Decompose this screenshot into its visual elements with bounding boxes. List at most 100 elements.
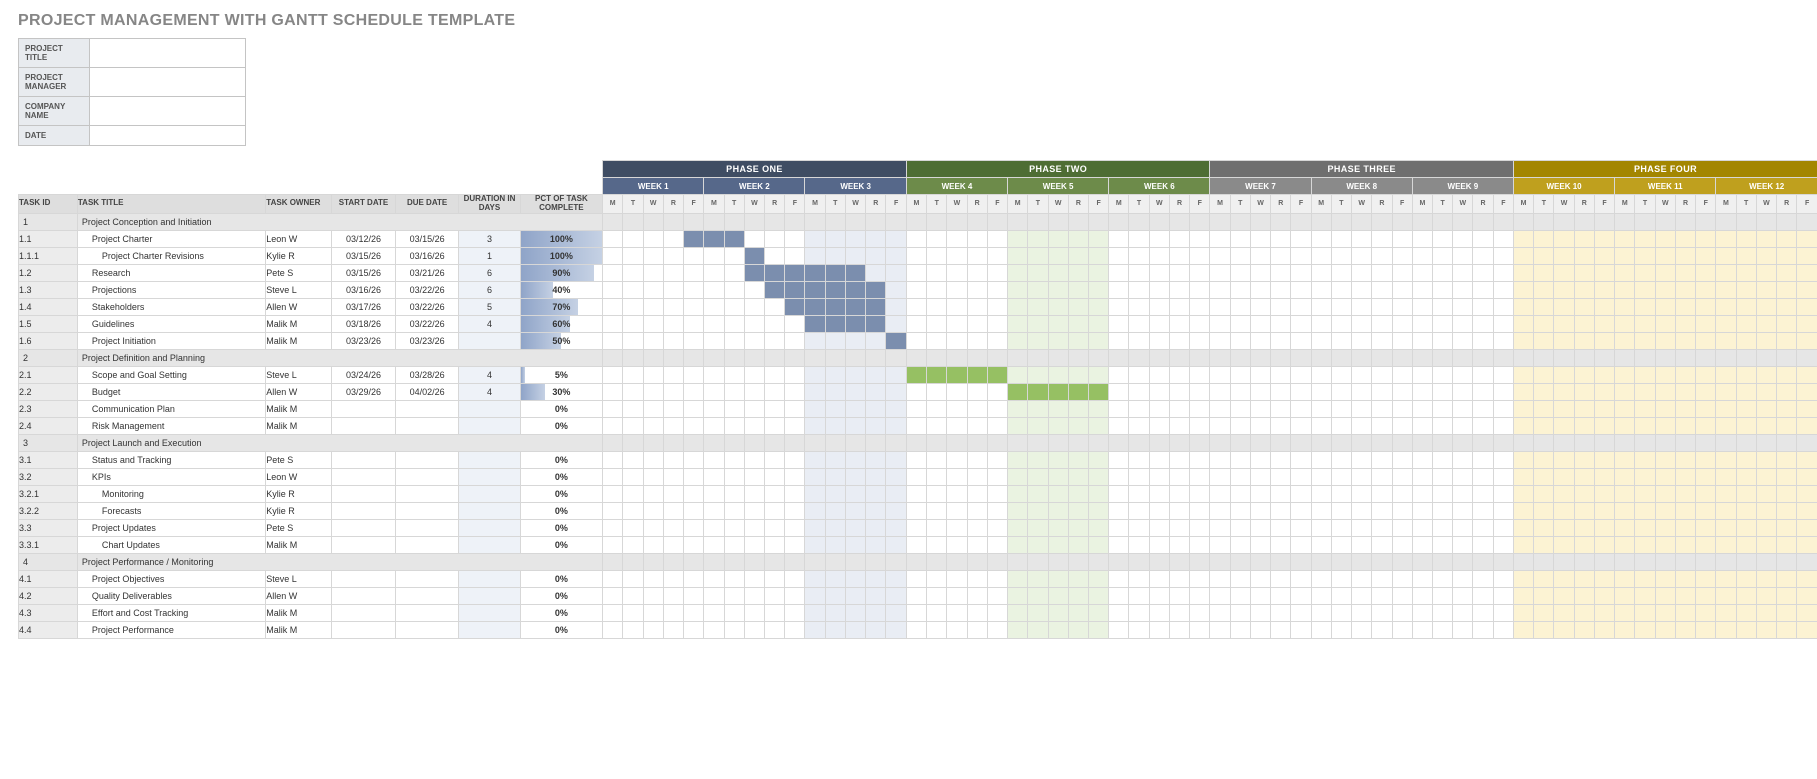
gantt-cell[interactable] xyxy=(1594,264,1614,281)
gantt-cell[interactable] xyxy=(1230,536,1250,553)
gantt-cell[interactable] xyxy=(805,485,825,502)
gantt-cell[interactable] xyxy=(1756,230,1776,247)
gantt-cell[interactable] xyxy=(1615,332,1635,349)
gantt-cell[interactable] xyxy=(1412,519,1432,536)
gantt-cell[interactable] xyxy=(1493,315,1513,332)
gantt-cell[interactable] xyxy=(623,570,643,587)
task-title[interactable]: Guidelines xyxy=(77,315,265,332)
gantt-cell[interactable] xyxy=(1271,519,1291,536)
gantt-cell[interactable] xyxy=(1271,587,1291,604)
gantt-cell[interactable] xyxy=(1675,519,1695,536)
task-dur[interactable]: 6 xyxy=(459,264,520,281)
gantt-cell[interactable] xyxy=(1129,502,1149,519)
gantt-cell[interactable] xyxy=(1250,230,1270,247)
gantt-cell[interactable] xyxy=(1210,315,1230,332)
gantt-cell[interactable] xyxy=(623,315,643,332)
gantt-cell[interactable] xyxy=(1271,400,1291,417)
gantt-cell[interactable] xyxy=(1088,485,1108,502)
gantt-cell[interactable] xyxy=(1594,400,1614,417)
gantt-cell[interactable] xyxy=(785,485,805,502)
gantt-cell[interactable] xyxy=(663,621,683,638)
gantt-cell[interactable] xyxy=(1554,502,1574,519)
gantt-cell[interactable] xyxy=(1534,604,1554,621)
gantt-cell[interactable] xyxy=(947,400,967,417)
gantt-cell[interactable] xyxy=(1675,230,1695,247)
gantt-cell[interactable] xyxy=(967,570,987,587)
gantt-cell[interactable] xyxy=(1230,587,1250,604)
task-start[interactable]: 03/15/26 xyxy=(332,264,396,281)
gantt-cell[interactable] xyxy=(1554,383,1574,400)
gantt-cell[interactable] xyxy=(1554,230,1574,247)
gantt-cell[interactable] xyxy=(1392,230,1412,247)
gantt-cell[interactable] xyxy=(1433,417,1453,434)
gantt-cell[interactable] xyxy=(1088,536,1108,553)
gantt-cell[interactable] xyxy=(1453,570,1473,587)
gantt-cell[interactable] xyxy=(785,315,805,332)
gantt-cell[interactable] xyxy=(1493,621,1513,638)
task-pct[interactable]: 100% xyxy=(520,247,603,264)
gantt-cell[interactable] xyxy=(623,621,643,638)
gantt-cell[interactable] xyxy=(1473,247,1493,264)
gantt-cell[interactable] xyxy=(1777,570,1797,587)
gantt-cell[interactable] xyxy=(1655,519,1675,536)
gantt-cell[interactable] xyxy=(1291,315,1311,332)
gantt-cell[interactable] xyxy=(1068,383,1088,400)
gantt-cell[interactable] xyxy=(1210,230,1230,247)
gantt-cell[interactable] xyxy=(1635,281,1655,298)
gantt-cell[interactable] xyxy=(1433,366,1453,383)
gantt-cell[interactable] xyxy=(1048,485,1068,502)
gantt-cell[interactable] xyxy=(987,587,1007,604)
gantt-cell[interactable] xyxy=(724,264,744,281)
gantt-cell[interactable] xyxy=(1008,264,1028,281)
gantt-cell[interactable] xyxy=(724,281,744,298)
gantt-cell[interactable] xyxy=(744,451,764,468)
gantt-cell[interactable] xyxy=(764,400,784,417)
gantt-cell[interactable] xyxy=(845,247,865,264)
gantt-cell[interactable] xyxy=(1493,298,1513,315)
gantt-cell[interactable] xyxy=(1473,315,1493,332)
gantt-cell[interactable] xyxy=(623,400,643,417)
gantt-cell[interactable] xyxy=(845,400,865,417)
gantt-cell[interactable] xyxy=(704,383,724,400)
gantt-cell[interactable] xyxy=(1797,281,1817,298)
gantt-cell[interactable] xyxy=(987,298,1007,315)
gantt-cell[interactable] xyxy=(1352,468,1372,485)
gantt-cell[interactable] xyxy=(1574,621,1594,638)
gantt-cell[interactable] xyxy=(1392,570,1412,587)
gantt-cell[interactable] xyxy=(1412,621,1432,638)
gantt-cell[interactable] xyxy=(1392,281,1412,298)
gantt-cell[interactable] xyxy=(1756,536,1776,553)
gantt-cell[interactable] xyxy=(1797,502,1817,519)
gantt-cell[interactable] xyxy=(1352,400,1372,417)
gantt-cell[interactable] xyxy=(1696,485,1716,502)
gantt-cell[interactable] xyxy=(1008,536,1028,553)
gantt-cell[interactable] xyxy=(1331,247,1351,264)
gantt-cell[interactable] xyxy=(684,451,704,468)
gantt-cell[interactable] xyxy=(744,587,764,604)
gantt-cell[interactable] xyxy=(1493,230,1513,247)
task-due[interactable] xyxy=(395,570,459,587)
gantt-cell[interactable] xyxy=(663,298,683,315)
gantt-cell[interactable] xyxy=(1777,536,1797,553)
gantt-cell[interactable] xyxy=(1088,264,1108,281)
gantt-cell[interactable] xyxy=(866,621,886,638)
gantt-cell[interactable] xyxy=(1109,247,1129,264)
gantt-cell[interactable] xyxy=(805,451,825,468)
gantt-cell[interactable] xyxy=(1716,621,1736,638)
gantt-cell[interactable] xyxy=(1412,570,1432,587)
gantt-cell[interactable] xyxy=(1453,315,1473,332)
gantt-cell[interactable] xyxy=(805,604,825,621)
gantt-cell[interactable] xyxy=(1554,298,1574,315)
gantt-cell[interactable] xyxy=(1271,332,1291,349)
gantt-cell[interactable] xyxy=(1453,298,1473,315)
gantt-cell[interactable] xyxy=(1068,230,1088,247)
gantt-cell[interactable] xyxy=(764,502,784,519)
gantt-cell[interactable] xyxy=(1513,366,1533,383)
gantt-cell[interactable] xyxy=(1777,451,1797,468)
gantt-cell[interactable] xyxy=(1594,417,1614,434)
gantt-cell[interactable] xyxy=(1028,298,1048,315)
gantt-cell[interactable] xyxy=(1433,587,1453,604)
gantt-cell[interactable] xyxy=(987,519,1007,536)
gantt-cell[interactable] xyxy=(927,587,947,604)
gantt-cell[interactable] xyxy=(927,298,947,315)
